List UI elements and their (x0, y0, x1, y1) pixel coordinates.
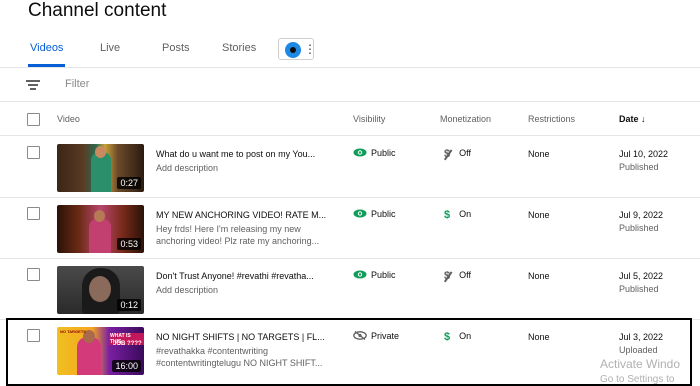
thumbnail-face (94, 210, 105, 222)
restrictions-cell: None (528, 271, 550, 281)
video-description[interactable]: Add description (156, 284, 326, 296)
visibility-label: Public (371, 270, 396, 280)
table-row[interactable]: 0:12 Don't Trust Anyone! #revathi #revat… (0, 259, 700, 320)
row-highlight-box (6, 318, 692, 386)
filter-bar: Filter (0, 68, 700, 102)
eye-icon (353, 148, 367, 157)
row-checkbox[interactable] (27, 268, 40, 281)
sort-arrow-down-icon: ↓ (641, 114, 646, 124)
thumbnail-face (89, 276, 111, 302)
tab-videos[interactable]: Videos (30, 42, 63, 54)
visibility-label: Public (371, 209, 396, 219)
video-thumbnail[interactable]: 0:53 (57, 205, 144, 253)
date-cell: Jul 9, 2022 (619, 210, 664, 220)
video-title[interactable]: MY NEW ANCHORING VIDEO! RATE M... (156, 210, 326, 220)
more-vert-icon: ⋮ (304, 42, 316, 56)
tab-posts[interactable]: Posts (162, 42, 190, 54)
tab-stories[interactable]: Stories (222, 42, 256, 54)
row-checkbox[interactable] (27, 207, 40, 220)
thumbnail-face (95, 146, 106, 158)
column-monetization[interactable]: Monetization (440, 114, 491, 124)
column-visibility[interactable]: Visibility (353, 114, 385, 124)
restrictions-cell: None (528, 149, 550, 159)
filter-input[interactable]: Filter (65, 78, 89, 90)
column-date[interactable]: Date ↓ (619, 114, 646, 124)
visibility-cell[interactable]: Public (353, 148, 396, 158)
visibility-cell[interactable]: Public (353, 209, 396, 219)
watermark-line-1: Activate Windo (600, 357, 681, 371)
monetization-off-icon: $ (444, 148, 451, 160)
date-cell: Jul 10, 2022 (619, 149, 669, 159)
thumbnail-figure (89, 219, 111, 253)
more-tabs-button[interactable]: ⋮ (278, 38, 316, 60)
column-date-label: Date (619, 114, 639, 124)
page-title: Channel content (28, 0, 167, 21)
restrictions-cell: None (528, 210, 550, 220)
video-description[interactable]: Add description (156, 162, 326, 174)
column-video: Video (57, 114, 80, 124)
tab-bar: Videos Live Posts Stories ⋮ (0, 36, 700, 68)
tab-live[interactable]: Live (100, 42, 120, 54)
date-cell: Jul 5, 2022 (619, 271, 664, 281)
windows-activation-watermark: Activate Windo Go to Settings to (600, 356, 680, 386)
video-thumbnail[interactable]: 0:12 (57, 266, 144, 314)
eye-icon (353, 209, 367, 218)
select-all-checkbox[interactable] (27, 113, 40, 126)
eye-icon (353, 270, 367, 279)
thumbnail-figure (91, 152, 111, 192)
filter-icon[interactable] (26, 80, 40, 90)
monetization-off-icon: $ (444, 270, 451, 282)
date-status: Published (619, 162, 659, 172)
monetization-label: Off (459, 270, 471, 280)
date-status: Published (619, 284, 659, 294)
monetization-cell[interactable]: $ Off (444, 270, 471, 282)
video-title[interactable]: Don't Trust Anyone! #revathi #revatha... (156, 271, 326, 281)
video-title[interactable]: What do u want me to post on my You... (156, 149, 326, 159)
visibility-label: Public (371, 148, 396, 158)
table-row[interactable]: 0:53 MY NEW ANCHORING VIDEO! RATE M... H… (0, 198, 700, 259)
row-checkbox[interactable] (27, 146, 40, 159)
monetization-cell[interactable]: $ Off (444, 148, 471, 160)
monetization-on-icon: $ (444, 209, 451, 221)
video-duration: 0:12 (117, 299, 141, 311)
monetization-cell[interactable]: $ On (444, 209, 471, 221)
video-description[interactable]: Hey frds! Here I'm releasing my new anch… (156, 223, 326, 247)
table-header: Video Visibility Monetization Restrictio… (0, 102, 700, 136)
video-thumbnail[interactable]: 0:27 (57, 144, 144, 192)
visibility-cell[interactable]: Public (353, 270, 396, 280)
channel-logo-icon (285, 42, 301, 58)
video-duration: 0:53 (117, 238, 141, 250)
monetization-label: Off (459, 148, 471, 158)
date-status: Published (619, 223, 659, 233)
column-restrictions[interactable]: Restrictions (528, 114, 575, 124)
watermark-line-2: Go to Settings to (600, 374, 675, 385)
tab-underline (28, 64, 65, 67)
monetization-label: On (459, 209, 472, 219)
table-row[interactable]: 0:27 What do u want me to post on my You… (0, 137, 700, 198)
video-duration: 0:27 (117, 177, 141, 189)
